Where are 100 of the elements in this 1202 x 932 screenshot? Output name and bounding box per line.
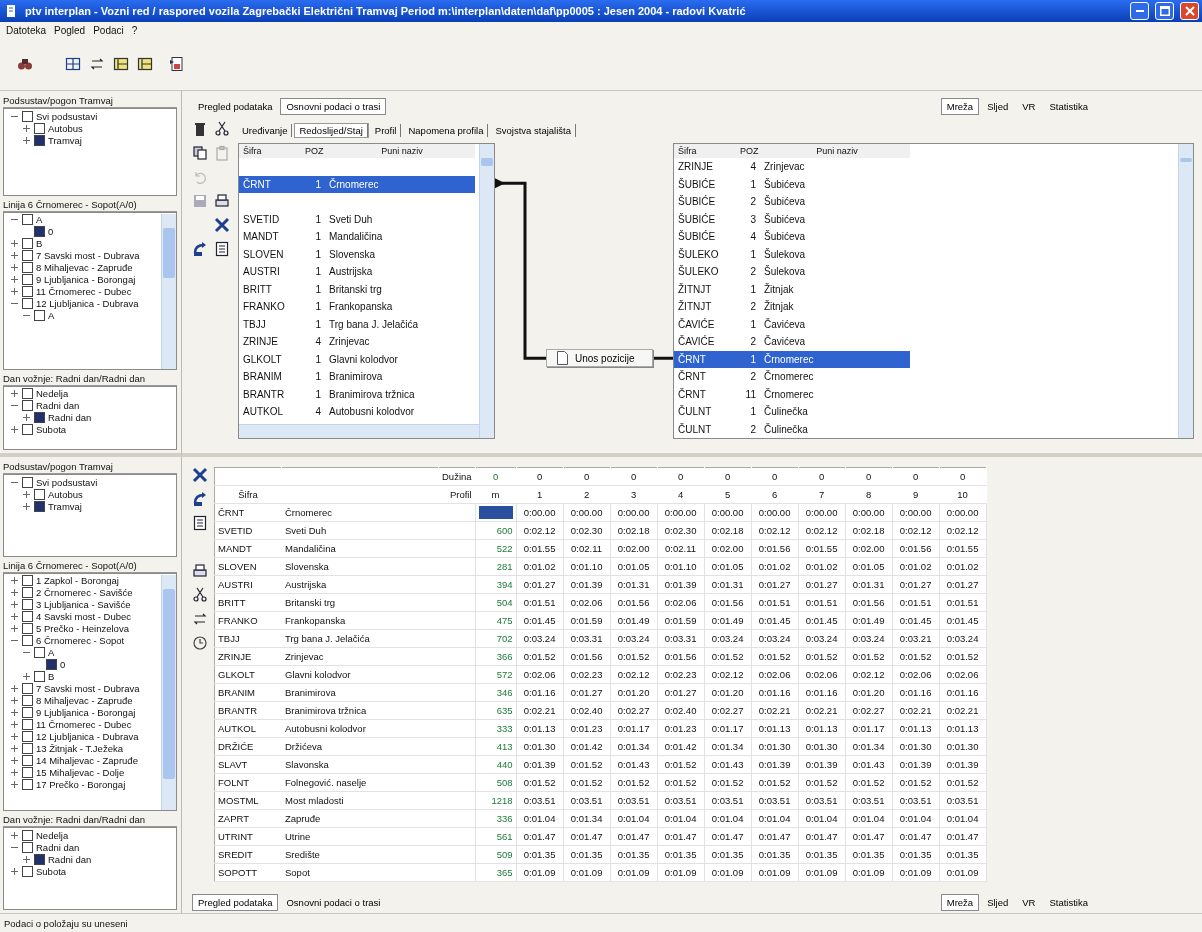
checkbox[interactable] [22,238,33,250]
checkbox[interactable] [34,134,45,146]
checkbox[interactable] [34,122,45,134]
checkbox[interactable] [22,623,33,635]
list-row[interactable]: ČRNT 1 Črnomerec [239,175,475,193]
checkbox[interactable] [22,274,33,286]
checkbox[interactable] [22,424,33,436]
layout-button[interactable] [136,55,154,73]
checkbox[interactable] [22,110,33,122]
list-row[interactable]: FRANKO 1 Frankopanska [239,298,475,316]
list-row[interactable]: ČRNT 11 Črnomerec [674,385,910,403]
tab[interactable]: Statistika [1043,98,1094,115]
checkbox[interactable] [22,719,33,731]
tab[interactable]: Statistika [1043,894,1094,911]
tab[interactable]: Redoslijed/Staj [295,123,368,137]
checkbox[interactable] [34,647,45,659]
checkbox[interactable] [22,635,33,647]
checkbox[interactable] [22,767,33,779]
tab[interactable]: Svojstva stajališta [491,123,576,137]
tab[interactable]: VR [1016,894,1042,911]
list-row[interactable]: ČULNT 1 Čulinečka [674,403,910,421]
list-row[interactable]: AUTKOL 4 Autobusni kolodvor [239,403,475,421]
scrollbar[interactable] [1178,144,1193,438]
checkbox[interactable] [34,853,45,865]
list-row[interactable]: MANDT 1 Mandaličina [239,228,475,246]
list-row[interactable]: ŽITNJT 2 Žitnjak [674,298,910,316]
checkbox[interactable] [22,388,33,400]
tab[interactable]: Osnovni podaci o trasi [280,98,387,115]
checkbox[interactable] [22,611,33,623]
checkbox[interactable] [34,671,45,683]
checkbox[interactable] [34,226,45,238]
list-row[interactable]: BRANTR 1 Branimirova tržnica [239,385,475,403]
checkbox[interactable] [22,755,33,767]
checkbox[interactable] [22,214,33,226]
list-row[interactable]: ČULNT 2 Čulinečka [674,420,910,438]
maximize-button[interactable] [1155,2,1174,20]
list-row[interactable]: BRANIM 1 Branimirova [239,368,475,386]
checkbox[interactable] [22,250,33,262]
minimize-button[interactable] [1130,2,1149,20]
checkbox[interactable] [22,262,33,274]
checkbox[interactable] [22,298,33,310]
list-row[interactable]: ZRINJE 4 Zrinjevac [674,158,910,176]
checkbox[interactable] [22,476,33,488]
checkbox[interactable] [22,865,33,877]
scrollbar[interactable] [479,144,494,438]
list-row[interactable]: ŠUBIĆE 2 Šubićeva [674,193,910,211]
menu-item[interactable]: Datoteka [6,24,47,36]
list-row[interactable]: ČAVIĆE 1 Čavićeva [674,315,910,333]
checkbox[interactable] [34,412,45,424]
list-row[interactable]: ČRNT 1 Črnomerec [674,350,910,368]
checkbox[interactable] [22,743,33,755]
tab[interactable]: Pregled podataka [192,98,279,115]
list-row[interactable]: ČRNT 2 Črnomerec [674,368,910,386]
tab[interactable]: Pregled podataka [192,894,279,911]
list-row[interactable]: BRITT 1 Britanski trg [239,280,475,298]
grid-button[interactable] [64,55,82,73]
checkbox[interactable] [22,587,33,599]
checkbox[interactable] [22,683,33,695]
list-row[interactable]: SLOVEN 1 Slovenska [239,245,475,263]
tab[interactable]: VR [1016,98,1042,115]
scrollbar[interactable] [161,574,176,811]
menu-item[interactable]: Pogled [54,24,86,36]
checkbox[interactable] [22,695,33,707]
list-row[interactable]: ŠULEKO 1 Šulekova [674,245,910,263]
close-button[interactable] [1180,2,1199,20]
menu-item[interactable]: ? [131,24,138,36]
layout-button[interactable] [112,55,130,73]
list-row[interactable]: ZRINJE 4 Zrinjevac [239,333,475,351]
scrollbar[interactable] [161,213,176,369]
checkbox[interactable] [22,707,33,719]
list-row[interactable]: ŠUBIĆE 3 Šubićeva [674,210,910,228]
list-row[interactable]: ŠULEKO 2 Šulekova [674,263,910,281]
list-row[interactable]: GLKOLT 1 Glavni kolodvor [239,350,475,368]
tab[interactable]: Osnovni podaci o trasi [280,894,387,911]
list-row[interactable]: ŽITNJT 1 Žitnjak [674,280,910,298]
list-row[interactable]: ŠUBIĆE 4 Šubićeva [674,228,910,246]
list-row[interactable]: ČAVIĆE 2 Čavićeva [674,333,910,351]
selected-cell[interactable] [478,506,513,519]
list-row[interactable]: AUSTRI 1 Austrijska [239,263,475,281]
list-row[interactable]: SVETID 1 Sveti Duh [239,210,475,228]
checkbox[interactable] [22,779,33,791]
checkbox[interactable] [22,731,33,743]
checkbox[interactable] [34,500,45,512]
checkbox[interactable] [22,599,33,611]
checkbox[interactable] [34,310,45,322]
scrollbar[interactable] [239,424,479,438]
list-row[interactable]: ŠUBIĆE 1 Šubićeva [674,175,910,193]
insert-button[interactable]: Unos pozicije [546,349,653,368]
checkbox[interactable] [34,488,45,500]
tab[interactable]: Napomena profila [404,123,489,137]
tab[interactable]: Mreža [940,98,980,115]
menu-item[interactable]: Podaci [93,24,124,36]
tab[interactable]: Sljed [981,98,1015,115]
tab[interactable]: Profil [370,123,402,137]
document-button[interactable] [168,55,186,73]
tab[interactable]: Mreža [940,894,980,911]
checkbox[interactable] [46,659,57,671]
tab[interactable]: Sljed [981,894,1015,911]
checkbox[interactable] [22,829,33,841]
checkbox[interactable] [22,575,33,587]
